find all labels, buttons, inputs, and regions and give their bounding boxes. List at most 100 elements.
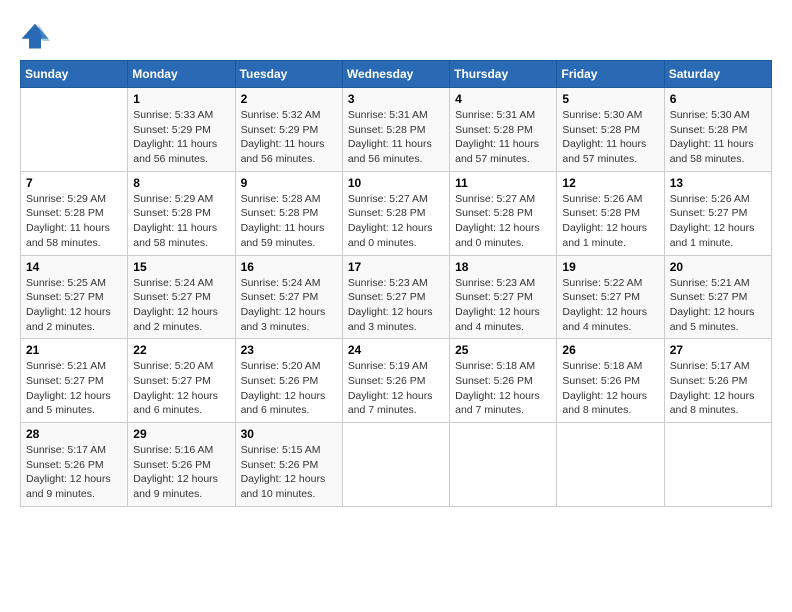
day-number: 19 <box>562 260 658 274</box>
calendar-cell: 27 Sunrise: 5:17 AM Sunset: 5:26 PM Dayli… <box>664 339 771 423</box>
day-number: 6 <box>670 92 766 106</box>
calendar-cell: 22 Sunrise: 5:20 AM Sunset: 5:27 PM Dayli… <box>128 339 235 423</box>
day-number: 14 <box>26 260 122 274</box>
calendar-cell: 9 Sunrise: 5:28 AM Sunset: 5:28 PM Daylig… <box>235 171 342 255</box>
calendar-cell: 4 Sunrise: 5:31 AM Sunset: 5:28 PM Daylig… <box>450 88 557 172</box>
day-info: Sunrise: 5:31 AM Sunset: 5:28 PM Dayligh… <box>348 108 444 167</box>
calendar-cell: 28 Sunrise: 5:17 AM Sunset: 5:26 PM Dayli… <box>21 423 128 507</box>
calendar-week-4: 21 Sunrise: 5:21 AM Sunset: 5:27 PM Dayli… <box>21 339 772 423</box>
day-info: Sunrise: 5:30 AM Sunset: 5:28 PM Dayligh… <box>670 108 766 167</box>
day-info: Sunrise: 5:29 AM Sunset: 5:28 PM Dayligh… <box>133 192 229 251</box>
calendar-cell: 1Sunrise: 5:33 AM Sunset: 5:29 PM Daylig… <box>128 88 235 172</box>
day-number: 18 <box>455 260 551 274</box>
day-info: Sunrise: 5:31 AM Sunset: 5:28 PM Dayligh… <box>455 108 551 167</box>
calendar-cell: 20 Sunrise: 5:21 AM Sunset: 5:27 PM Dayli… <box>664 255 771 339</box>
day-info: Sunrise: 5:21 AM Sunset: 5:27 PM Dayligh… <box>670 276 766 335</box>
calendar-cell: 12Sunrise: 5:26 AM Sunset: 5:28 PM Dayli… <box>557 171 664 255</box>
day-info: Sunrise: 5:18 AM Sunset: 5:26 PM Dayligh… <box>562 359 658 418</box>
day-number: 17 <box>348 260 444 274</box>
weekday-header-monday: Monday <box>128 61 235 88</box>
calendar-cell <box>21 88 128 172</box>
day-info: Sunrise: 5:18 AM Sunset: 5:26 PM Dayligh… <box>455 359 551 418</box>
calendar-table: SundayMondayTuesdayWednesdayThursdayFrid… <box>20 60 772 507</box>
calendar-cell <box>342 423 449 507</box>
day-info: Sunrise: 5:24 AM Sunset: 5:27 PM Dayligh… <box>241 276 337 335</box>
calendar-cell: 25 Sunrise: 5:18 AM Sunset: 5:26 PM Dayli… <box>450 339 557 423</box>
day-number: 30 <box>241 427 337 441</box>
day-info: Sunrise: 5:29 AM Sunset: 5:28 PM Dayligh… <box>26 192 122 251</box>
day-info: Sunrise: 5:27 AM Sunset: 5:28 PM Dayligh… <box>455 192 551 251</box>
day-number: 16 <box>241 260 337 274</box>
day-number: 15 <box>133 260 229 274</box>
calendar-week-3: 14Sunrise: 5:25 AM Sunset: 5:27 PM Dayli… <box>21 255 772 339</box>
day-number: 9 <box>241 176 337 190</box>
day-info: Sunrise: 5:17 AM Sunset: 5:26 PM Dayligh… <box>26 443 122 502</box>
day-number: 20 <box>670 260 766 274</box>
calendar-cell: 23 Sunrise: 5:20 AM Sunset: 5:26 PM Dayli… <box>235 339 342 423</box>
logo <box>20 20 54 50</box>
day-info: Sunrise: 5:20 AM Sunset: 5:27 PM Dayligh… <box>133 359 229 418</box>
calendar-cell <box>664 423 771 507</box>
page-header <box>20 20 772 50</box>
day-number: 21 <box>26 343 122 357</box>
day-number: 12 <box>562 176 658 190</box>
calendar-cell: 19 Sunrise: 5:22 AM Sunset: 5:27 PM Dayli… <box>557 255 664 339</box>
calendar-cell: 15 Sunrise: 5:24 AM Sunset: 5:27 PM Dayli… <box>128 255 235 339</box>
weekday-header-row: SundayMondayTuesdayWednesdayThursdayFrid… <box>21 61 772 88</box>
day-number: 10 <box>348 176 444 190</box>
weekday-header-wednesday: Wednesday <box>342 61 449 88</box>
calendar-header: SundayMondayTuesdayWednesdayThursdayFrid… <box>21 61 772 88</box>
day-info: Sunrise: 5:20 AM Sunset: 5:26 PM Dayligh… <box>241 359 337 418</box>
calendar-cell: 18 Sunrise: 5:23 AM Sunset: 5:27 PM Dayli… <box>450 255 557 339</box>
calendar-cell <box>557 423 664 507</box>
day-number: 25 <box>455 343 551 357</box>
weekday-header-tuesday: Tuesday <box>235 61 342 88</box>
day-number: 22 <box>133 343 229 357</box>
day-info: Sunrise: 5:24 AM Sunset: 5:27 PM Dayligh… <box>133 276 229 335</box>
day-info: Sunrise: 5:21 AM Sunset: 5:27 PM Dayligh… <box>26 359 122 418</box>
day-info: Sunrise: 5:23 AM Sunset: 5:27 PM Dayligh… <box>455 276 551 335</box>
day-info: Sunrise: 5:22 AM Sunset: 5:27 PM Dayligh… <box>562 276 658 335</box>
logo-icon <box>20 20 50 50</box>
day-info: Sunrise: 5:28 AM Sunset: 5:28 PM Dayligh… <box>241 192 337 251</box>
day-number: 23 <box>241 343 337 357</box>
day-info: Sunrise: 5:30 AM Sunset: 5:28 PM Dayligh… <box>562 108 658 167</box>
day-number: 11 <box>455 176 551 190</box>
day-number: 27 <box>670 343 766 357</box>
calendar-cell: 13Sunrise: 5:26 AM Sunset: 5:27 PM Dayli… <box>664 171 771 255</box>
calendar-cell: 17Sunrise: 5:23 AM Sunset: 5:27 PM Dayli… <box>342 255 449 339</box>
calendar-cell: 24Sunrise: 5:19 AM Sunset: 5:26 PM Dayli… <box>342 339 449 423</box>
calendar-cell: 7 Sunrise: 5:29 AM Sunset: 5:28 PM Daylig… <box>21 171 128 255</box>
calendar-cell: 29 Sunrise: 5:16 AM Sunset: 5:26 PM Dayli… <box>128 423 235 507</box>
calendar-cell: 14Sunrise: 5:25 AM Sunset: 5:27 PM Dayli… <box>21 255 128 339</box>
day-number: 3 <box>348 92 444 106</box>
day-info: Sunrise: 5:19 AM Sunset: 5:26 PM Dayligh… <box>348 359 444 418</box>
day-info: Sunrise: 5:32 AM Sunset: 5:29 PM Dayligh… <box>241 108 337 167</box>
day-info: Sunrise: 5:27 AM Sunset: 5:28 PM Dayligh… <box>348 192 444 251</box>
day-number: 2 <box>241 92 337 106</box>
calendar-cell: 2 Sunrise: 5:32 AM Sunset: 5:29 PM Daylig… <box>235 88 342 172</box>
day-number: 7 <box>26 176 122 190</box>
calendar-cell: 26 Sunrise: 5:18 AM Sunset: 5:26 PM Dayli… <box>557 339 664 423</box>
weekday-header-thursday: Thursday <box>450 61 557 88</box>
day-number: 1 <box>133 92 229 106</box>
calendar-cell: 21 Sunrise: 5:21 AM Sunset: 5:27 PM Dayli… <box>21 339 128 423</box>
calendar-week-2: 7 Sunrise: 5:29 AM Sunset: 5:28 PM Daylig… <box>21 171 772 255</box>
weekday-header-saturday: Saturday <box>664 61 771 88</box>
day-number: 28 <box>26 427 122 441</box>
day-number: 29 <box>133 427 229 441</box>
calendar-cell: 8Sunrise: 5:29 AM Sunset: 5:28 PM Daylig… <box>128 171 235 255</box>
day-number: 13 <box>670 176 766 190</box>
calendar-cell: 11 Sunrise: 5:27 AM Sunset: 5:28 PM Dayli… <box>450 171 557 255</box>
day-info: Sunrise: 5:16 AM Sunset: 5:26 PM Dayligh… <box>133 443 229 502</box>
day-number: 5 <box>562 92 658 106</box>
calendar-cell: 16 Sunrise: 5:24 AM Sunset: 5:27 PM Dayli… <box>235 255 342 339</box>
calendar-body: 1Sunrise: 5:33 AM Sunset: 5:29 PM Daylig… <box>21 88 772 507</box>
day-number: 26 <box>562 343 658 357</box>
calendar-cell: 5 Sunrise: 5:30 AM Sunset: 5:28 PM Daylig… <box>557 88 664 172</box>
calendar-week-5: 28 Sunrise: 5:17 AM Sunset: 5:26 PM Dayli… <box>21 423 772 507</box>
calendar-week-1: 1Sunrise: 5:33 AM Sunset: 5:29 PM Daylig… <box>21 88 772 172</box>
day-info: Sunrise: 5:17 AM Sunset: 5:26 PM Dayligh… <box>670 359 766 418</box>
day-number: 4 <box>455 92 551 106</box>
calendar-cell <box>450 423 557 507</box>
